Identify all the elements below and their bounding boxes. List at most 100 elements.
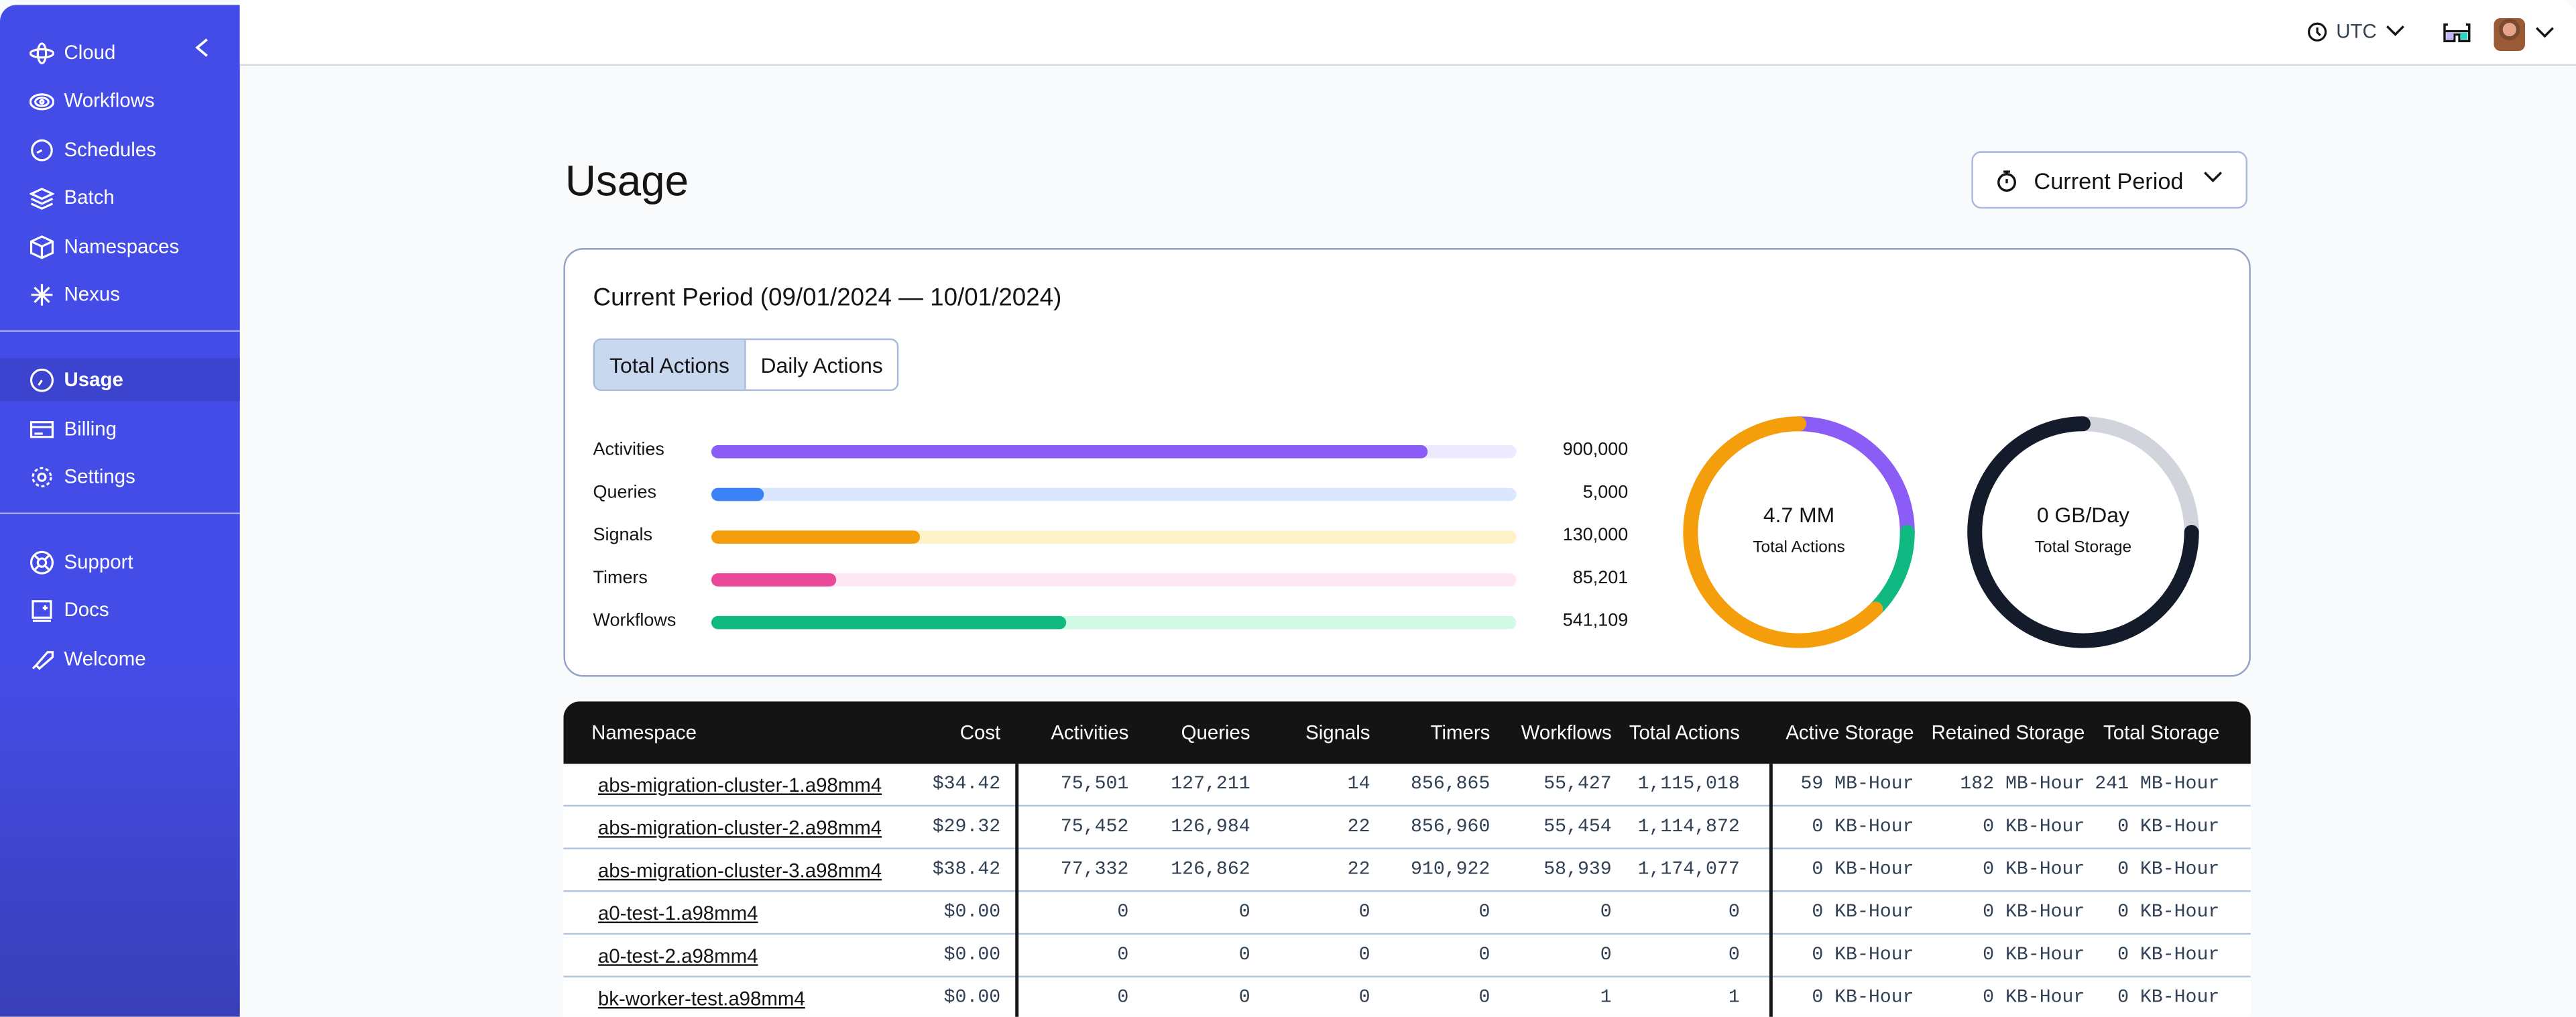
bar-track	[711, 573, 1517, 587]
top-bar	[239, 0, 2576, 66]
page-title: Usage	[565, 156, 689, 206]
namespace-link[interactable]: a0-test-2.a98mm4	[598, 945, 758, 967]
chevron-down-icon	[2204, 172, 2222, 182]
column-header-activities[interactable]: Activities	[1051, 721, 1128, 744]
sidebar-item-label: Batch	[64, 185, 115, 209]
cell-total-actions: 1	[1728, 987, 1740, 1009]
table-row: abs-migration-cluster-1.a98mm4 $34.42 75,5…	[563, 764, 2251, 807]
sidebar-item-welcome[interactable]: Welcome	[0, 638, 240, 680]
total-storage-donut: 0 GB/Day Total Storage	[1960, 409, 2207, 656]
table-row: a0-test-2.a98mm4 $0.00 0 0 0 0 0 0 0 KB-Hour 0 KB…	[563, 935, 2251, 977]
cell-signals: 0	[1358, 902, 1370, 924]
table-row: abs-migration-cluster-2.a98mm4 $29.32 75,4…	[563, 806, 2251, 849]
usage-table: Namespace Cost Activities Queries Signals Tim…	[563, 701, 2251, 1017]
sidebar-item-nexus[interactable]: Nexus	[0, 273, 240, 316]
cell-activities: 77,332	[1060, 859, 1129, 881]
column-header-namespace[interactable]: Namespace	[591, 721, 697, 744]
namespace-link[interactable]: abs-migration-cluster-3.a98mm4	[598, 859, 882, 882]
table-row: abs-migration-cluster-3.a98mm4 $38.42 77,3…	[563, 849, 2251, 892]
column-header-signals[interactable]: Signals	[1305, 721, 1370, 744]
sidebar-item-label: Nexus	[64, 282, 120, 306]
sidebar-divider	[0, 330, 240, 332]
column-header-workflows[interactable]: Workflows	[1521, 721, 1612, 744]
cell-retained-storage: 0 KB-Hour	[1983, 816, 2085, 838]
namespace-link[interactable]: abs-migration-cluster-1.a98mm4	[598, 774, 882, 796]
cell-workflows: 1	[1600, 987, 1612, 1009]
bar-track	[711, 487, 1517, 501]
cell-timers: 0	[1478, 987, 1490, 1009]
namespace-link[interactable]: a0-test-1.a98mm4	[598, 902, 758, 924]
total-actions-donut: 4.7 MM Total Actions	[1676, 409, 1922, 656]
sidebar-item-settings[interactable]: Settings	[0, 455, 240, 498]
cell-timers: 0	[1478, 944, 1490, 966]
table-row: bk-worker-test.a98mm4 $0.00 0 0 0 0 1 1 0 KB-Hou…	[563, 977, 2250, 1017]
sidebar-item-namespaces[interactable]: Namespaces	[0, 225, 240, 268]
sidebar-item-usage[interactable]: Usage	[0, 358, 240, 401]
cell-workflows: 0	[1600, 944, 1612, 966]
timezone-selector[interactable]: UTC	[2306, 19, 2404, 43]
column-header-total-storage[interactable]: Total Storage	[2103, 721, 2219, 744]
settings-gear-icon	[30, 464, 54, 489]
cell-queries: 126,862	[1171, 859, 1250, 881]
sidebar-item-cloud[interactable]: Cloud	[0, 32, 240, 74]
cell-timers: 910,922	[1411, 859, 1490, 881]
sidebar-item-label: Welcome	[64, 647, 146, 670]
sidebar-item-billing[interactable]: Billing	[0, 408, 240, 451]
bar-fill	[711, 530, 921, 544]
sidebar-divider	[0, 512, 240, 514]
cell-retained-storage: 0 KB-Hour	[1983, 944, 2085, 966]
usage-bar-signals: Signals 130,000	[593, 526, 1629, 548]
batch-layers-icon	[30, 185, 54, 210]
cell-cost: $0.00	[943, 944, 1001, 966]
billing-card-icon	[30, 416, 54, 441]
workflows-icon	[30, 88, 54, 113]
chevron-down-icon	[2386, 25, 2404, 36]
cell-signals: 0	[1358, 944, 1370, 966]
sidebar-item-batch[interactable]: Batch	[0, 176, 240, 219]
sidebar-item-label: Billing	[64, 417, 117, 440]
sidebar-item-label: Support	[64, 550, 133, 574]
sidebar-item-schedules[interactable]: Schedules	[0, 128, 240, 171]
bar-label: Activities	[593, 440, 664, 461]
sidebar-item-workflows[interactable]: Workflows	[0, 79, 240, 122]
cell-total-storage: 0 KB-Hour	[2117, 987, 2220, 1009]
timezone-label: UTC	[2336, 19, 2377, 43]
stopwatch-icon	[1997, 170, 2016, 191]
namespace-link[interactable]: abs-migration-cluster-2.a98mm4	[598, 817, 882, 839]
cell-signals: 14	[1347, 774, 1370, 795]
column-header-cost[interactable]: Cost	[960, 721, 1000, 744]
sidebar-item-label: Workflows	[64, 88, 155, 112]
actions-toggle: Total Actions Daily Actions	[593, 338, 900, 392]
column-header-total-actions[interactable]: Total Actions	[1629, 721, 1740, 744]
sidebar-item-docs[interactable]: Docs	[0, 588, 240, 631]
cell-total-storage: 0 KB-Hour	[2117, 902, 2220, 924]
period-selector-button[interactable]: Current Period	[1971, 151, 2247, 209]
sidebar: Cloud Workflows Schedules Batch Namespaces Ne…	[0, 5, 240, 1017]
data-encoder-glasses-icon[interactable]	[2443, 23, 2471, 42]
cell-queries: 0	[1238, 987, 1250, 1009]
cell-cost: $34.42	[932, 774, 1001, 795]
cell-retained-storage: 0 KB-Hour	[1983, 902, 2085, 924]
bar-value: 5,000	[1582, 483, 1629, 503]
cell-total-storage: 0 KB-Hour	[2117, 944, 2220, 966]
column-header-active-storage[interactable]: Active Storage	[1785, 721, 1914, 744]
column-header-retained-storage[interactable]: Retained Storage	[1932, 721, 2085, 744]
user-avatar[interactable]	[2494, 17, 2526, 51]
cell-activities: 0	[1117, 944, 1129, 966]
bar-value: 130,000	[1562, 526, 1629, 546]
cell-activities: 0	[1117, 987, 1129, 1009]
usage-bar-timers: Timers 85,201	[593, 569, 1629, 591]
cell-queries: 0	[1238, 902, 1250, 924]
tab-total-actions[interactable]: Total Actions	[594, 340, 746, 390]
cell-total-actions: 0	[1728, 902, 1740, 924]
cell-cost: $38.42	[932, 859, 1001, 881]
column-header-timers[interactable]: Timers	[1431, 721, 1490, 744]
column-header-queries[interactable]: Queries	[1181, 721, 1250, 744]
cell-total-actions: 1,114,872	[1637, 816, 1740, 838]
bar-track	[711, 615, 1517, 630]
sidebar-item-support[interactable]: Support	[0, 540, 240, 583]
usage-bar-activities: Activities 900,000	[593, 440, 1629, 463]
namespace-link[interactable]: bk-worker-test.a98mm4	[598, 988, 805, 1010]
tab-daily-actions[interactable]: Daily Actions	[746, 340, 897, 390]
chevron-down-icon[interactable]	[2535, 26, 2555, 40]
